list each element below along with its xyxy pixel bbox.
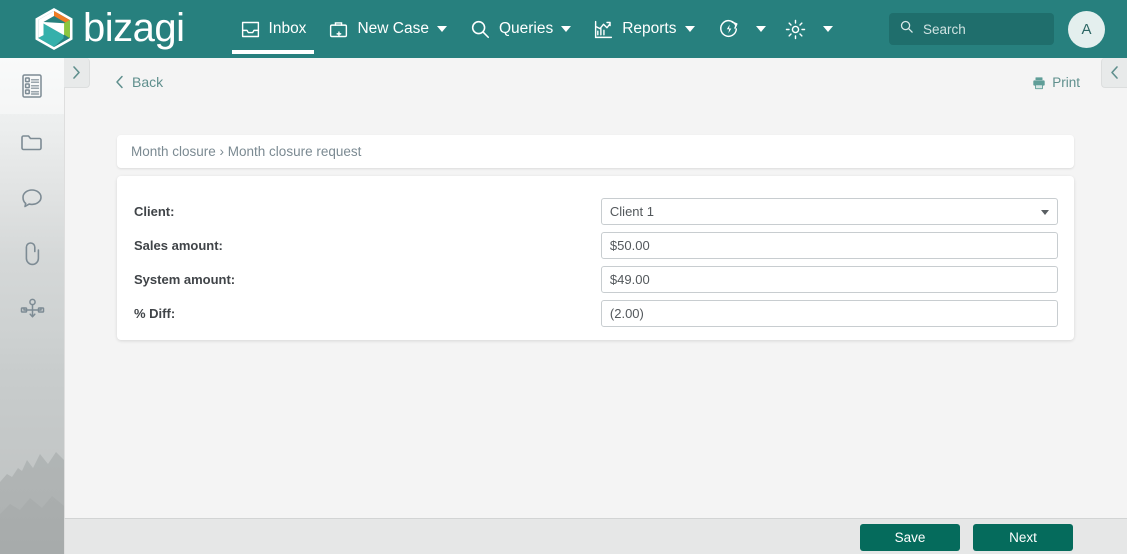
chevron-down-icon [755, 26, 766, 32]
sales-amount-input[interactable]: $50.00 [600, 231, 1058, 259]
chevron-right-icon [73, 66, 80, 79]
inbox-tray-icon [240, 19, 261, 40]
printer-icon [1032, 76, 1046, 90]
folder-icon [21, 135, 42, 151]
main-content-area: Back Print Month closure › Month closure… [64, 58, 1127, 518]
briefcase-plus-icon [328, 19, 349, 40]
next-button[interactable]: Next [973, 524, 1073, 551]
sidebar-item-process[interactable] [0, 282, 64, 338]
top-header-bar: bizagi Inbox New Case Queries Reports Se… [0, 0, 1127, 58]
system-amount-input[interactable]: $49.00 [600, 265, 1058, 293]
chevron-down-icon [1041, 209, 1049, 215]
form-row-client: Client: Client 1 [117, 194, 1074, 228]
gear-icon [784, 18, 807, 41]
chevron-down-icon [822, 26, 833, 32]
nav-label-reports: Reports [622, 20, 677, 37]
sidebar-item-documents[interactable] [0, 114, 64, 170]
avatar-initial: A [1081, 21, 1092, 38]
breadcrumb-text: Month closure › Month closure request [131, 144, 362, 159]
sales-amount-value: $50.00 [609, 237, 650, 253]
chevron-down-icon [684, 26, 695, 32]
nav-item-inbox[interactable]: Inbox [229, 0, 318, 58]
percent-diff-input[interactable]: (2.00) [600, 299, 1058, 327]
label-percent-diff: % Diff: [134, 305, 176, 321]
nav-item-refresh[interactable] [706, 0, 772, 58]
breadcrumb: Month closure › Month closure request [117, 135, 1074, 168]
search-placeholder: Search [923, 21, 966, 37]
sidebar-item-comments[interactable] [0, 170, 64, 226]
percent-diff-value: (2.00) [609, 305, 644, 321]
paperclip-icon [25, 242, 40, 266]
nav-label-inbox: Inbox [268, 20, 307, 37]
client-select-value: Client 1 [609, 203, 654, 219]
sidebar-item-attachments[interactable] [0, 226, 64, 282]
nav-item-queries[interactable]: Queries [458, 0, 582, 58]
brand-name: bizagi [83, 6, 185, 50]
chevron-left-icon [115, 75, 124, 89]
form-row-sales-amount: Sales amount: $50.00 [117, 228, 1074, 262]
comment-bubble-icon [22, 189, 42, 208]
search-icon [899, 19, 914, 39]
action-footer-bar: Save Next [64, 518, 1127, 554]
refresh-power-circle-icon [718, 18, 740, 40]
avatar[interactable]: A [1068, 11, 1105, 48]
nav-item-new-case[interactable]: New Case [317, 0, 458, 58]
sidebar-expand-button[interactable] [64, 58, 90, 88]
label-sales-amount: Sales amount: [134, 237, 223, 253]
label-client: Client: [134, 203, 175, 219]
form-list-icon [22, 74, 42, 98]
form-row-system-amount: System amount: $49.00 [117, 262, 1074, 296]
bar-chart-arrow-icon [593, 19, 614, 40]
nav-label-new-case: New Case [357, 20, 429, 37]
sidebar-item-form[interactable] [0, 58, 64, 114]
back-button[interactable]: Back [115, 74, 163, 90]
bizagi-hexagon-logo [35, 8, 73, 50]
print-button[interactable]: Print [1032, 75, 1080, 90]
magnifier-icon [469, 18, 491, 40]
back-label: Back [132, 74, 164, 90]
right-panel-collapse-button[interactable] [1101, 58, 1127, 88]
nav-item-settings[interactable] [772, 0, 839, 58]
label-system-amount: System amount: [134, 271, 236, 287]
system-amount-value: $49.00 [609, 271, 650, 287]
left-icon-rail [0, 58, 64, 554]
mountain-background-image [0, 364, 64, 554]
brand-logo[interactable]: bizagi [34, 7, 185, 51]
content-toolbar: Back Print [65, 58, 1127, 110]
client-select[interactable]: Client 1 [600, 197, 1058, 225]
nav-label-queries: Queries [498, 20, 554, 37]
main-navigation: Inbox New Case Queries Reports [229, 0, 839, 58]
case-form-card: Client: Client 1 Sales amount: $50.00 Sy… [117, 176, 1074, 340]
save-button[interactable]: Save [860, 524, 960, 551]
chevron-left-icon [1111, 66, 1118, 79]
process-diagram-icon [20, 298, 44, 318]
chevron-down-icon [561, 26, 572, 32]
form-row-percent-diff: % Diff: (2.00) [117, 296, 1074, 330]
search-input[interactable]: Search [889, 13, 1054, 45]
print-label: Print [1052, 75, 1080, 90]
chevron-down-icon [436, 26, 447, 32]
nav-item-reports[interactable]: Reports [582, 0, 705, 58]
